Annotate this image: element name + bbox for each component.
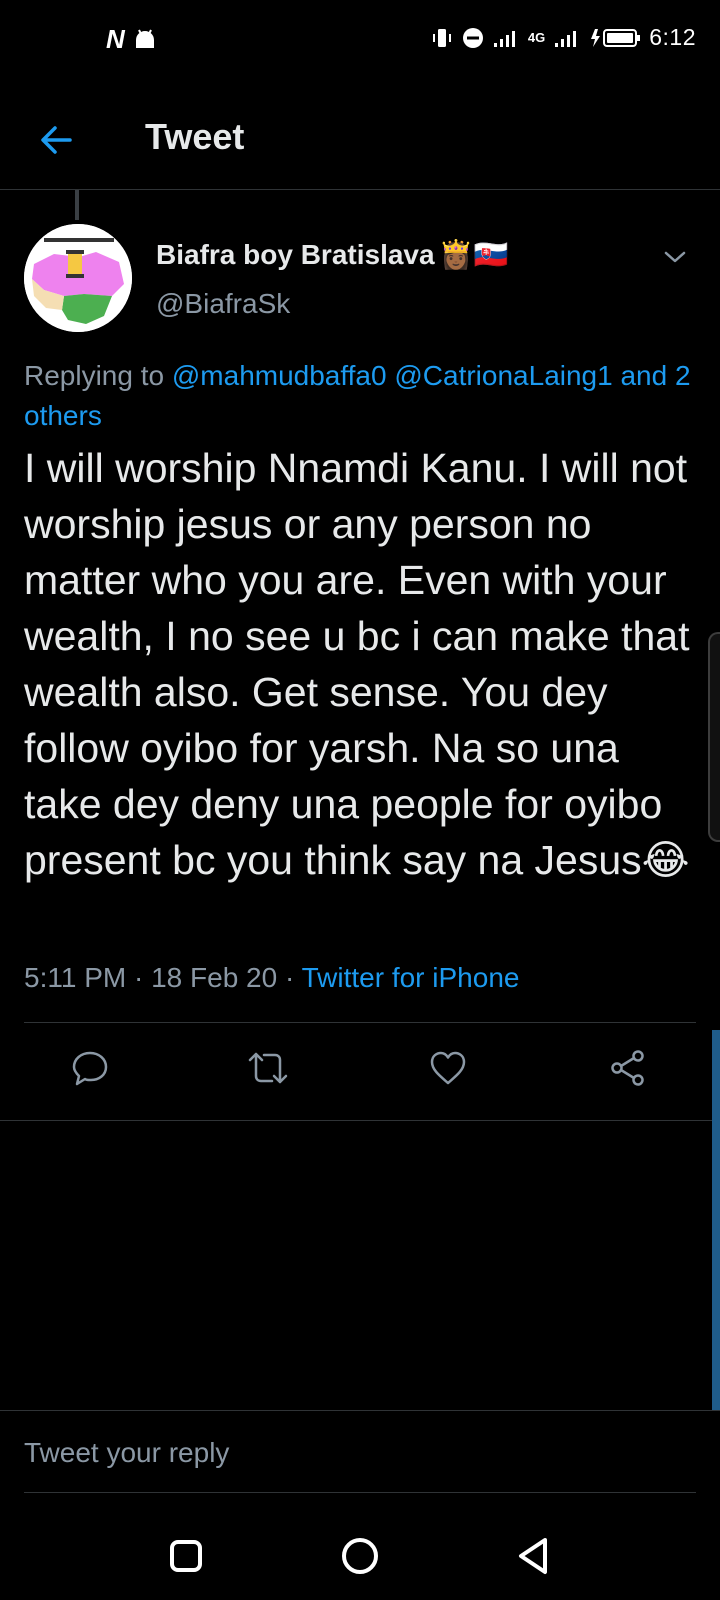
mention-link[interactable]: @CatrionaLaing1 bbox=[394, 360, 612, 391]
clock: 6:12 bbox=[649, 24, 696, 50]
triangle-back-icon bbox=[519, 1538, 547, 1574]
tweet-date: 18 Feb 20 bbox=[151, 962, 278, 993]
circle-icon bbox=[342, 1538, 378, 1574]
heart-icon bbox=[430, 1051, 466, 1085]
tweet-actions bbox=[0, 1040, 720, 1104]
notification-icons: N bbox=[106, 26, 157, 52]
do-not-disturb-icon bbox=[462, 27, 483, 48]
divider bbox=[0, 1120, 720, 1121]
thread-connector-line bbox=[75, 190, 79, 220]
top-app-bar: Tweet bbox=[0, 98, 720, 190]
tweet-detail-screen: N 4G 6:12 Tweet Biafra boy Bratislava 👸🏾… bbox=[0, 0, 720, 1600]
divider bbox=[24, 1022, 696, 1023]
author-name[interactable]: Biafra boy Bratislava 👸🏾🇸🇰 bbox=[156, 238, 508, 271]
system-icons: 4G 6:12 bbox=[430, 24, 696, 51]
tweet-time: 5:11 PM bbox=[24, 962, 127, 993]
retweet-icon bbox=[248, 1052, 288, 1084]
reply-composer bbox=[0, 1410, 720, 1490]
recents-button[interactable] bbox=[158, 1528, 214, 1584]
square-icon bbox=[170, 1540, 202, 1572]
replying-to-line: Replying to @mahmudbaffa0 @CatrionaLaing… bbox=[24, 356, 694, 436]
chevron-down-icon bbox=[664, 251, 686, 263]
retweet-button[interactable] bbox=[240, 1040, 296, 1096]
scroll-indicator[interactable] bbox=[712, 1030, 720, 1410]
divider bbox=[24, 1492, 696, 1493]
author-name-text: Biafra boy Bratislava bbox=[156, 238, 435, 270]
mention-link[interactable]: @mahmudbaffa0 bbox=[172, 360, 387, 391]
back-nav-button[interactable] bbox=[506, 1528, 562, 1584]
system-navigation-bar bbox=[0, 1510, 720, 1600]
share-button[interactable] bbox=[600, 1040, 656, 1096]
vibrate-icon bbox=[432, 28, 451, 47]
page-title: Tweet bbox=[145, 116, 245, 157]
battery-charging-icon bbox=[591, 28, 641, 47]
android-icon bbox=[135, 29, 154, 48]
netflix-n-icon: N bbox=[106, 24, 125, 54]
tweet-meta: 5:11 PM · 18 Feb 20 · Twitter for iPhone bbox=[24, 962, 519, 994]
back-button[interactable] bbox=[30, 114, 82, 166]
edge-panel-handle[interactable] bbox=[708, 632, 720, 842]
meta-separator: · bbox=[133, 962, 144, 993]
signal-2-icon bbox=[555, 30, 577, 47]
network-type-label: 4G bbox=[527, 30, 546, 45]
reply-button[interactable] bbox=[62, 1040, 118, 1096]
replying-to-label: Replying to bbox=[24, 360, 165, 391]
reply-input[interactable] bbox=[24, 1433, 684, 1473]
author-handle[interactable]: @BiafraSk bbox=[156, 288, 290, 320]
status-bar: N 4G 6:12 bbox=[0, 0, 720, 80]
comment-icon bbox=[72, 1051, 108, 1086]
meta-separator: · bbox=[284, 962, 295, 993]
arrow-left-icon bbox=[41, 126, 72, 154]
more-options-button[interactable] bbox=[658, 242, 692, 272]
signal-icon bbox=[493, 30, 515, 47]
home-button[interactable] bbox=[332, 1528, 388, 1584]
author-name-emojis: 👸🏾🇸🇰 bbox=[438, 239, 509, 270]
avatar[interactable] bbox=[24, 224, 132, 332]
tweet-body: I will worship Nnamdi Kanu. I will not w… bbox=[24, 445, 690, 883]
map-avatar-image bbox=[24, 224, 132, 332]
like-button[interactable] bbox=[420, 1040, 476, 1096]
share-icon bbox=[611, 1050, 644, 1086]
tweet-source-link[interactable]: Twitter for iPhone bbox=[302, 962, 520, 993]
